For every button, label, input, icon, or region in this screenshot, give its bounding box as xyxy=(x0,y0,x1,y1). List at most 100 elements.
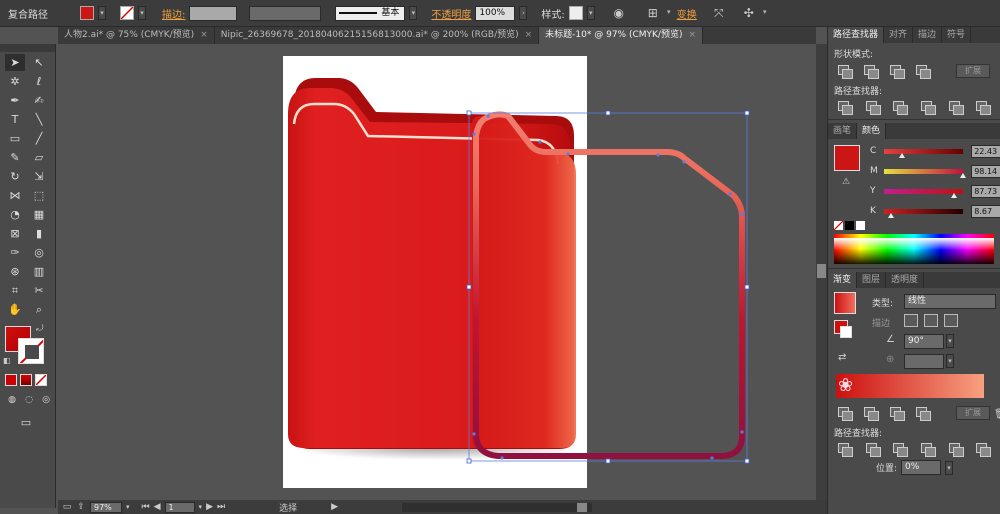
opacity-label[interactable]: 不透明度 xyxy=(431,6,471,21)
curvature-tool-icon[interactable]: ✍ xyxy=(29,92,49,109)
mesh-tool-icon[interactable]: ⊠ xyxy=(5,225,25,242)
recolor-icon[interactable]: ◉ xyxy=(611,5,627,21)
width-tool-icon[interactable]: ⋈ xyxy=(5,187,25,204)
paintbrush-tool-icon[interactable]: ╱ xyxy=(29,130,49,147)
align-grid-icon[interactable]: ⊞ xyxy=(645,5,661,21)
isolate-icon[interactable]: ✣ xyxy=(741,5,757,21)
scroll-thumb[interactable] xyxy=(817,264,826,278)
stroke-dropdown[interactable]: ▾ xyxy=(138,6,146,20)
unite-icon[interactable] xyxy=(838,406,853,421)
unite-icon[interactable] xyxy=(838,64,853,79)
tab-layers[interactable]: 图层 xyxy=(857,272,887,288)
zoom-dropdown[interactable]: ▾ xyxy=(126,503,130,511)
minus-back-icon[interactable] xyxy=(976,101,992,115)
minus-back-icon[interactable] xyxy=(976,443,992,457)
gradient-mode-icon[interactable] xyxy=(20,374,32,386)
symbol-sprayer-tool-icon[interactable]: ⊛ xyxy=(5,263,25,280)
black-value[interactable]: 8.67 xyxy=(971,204,1000,218)
eraser-tool-icon[interactable]: ▱ xyxy=(29,149,49,166)
tab-transparency[interactable]: 透明度 xyxy=(886,272,925,288)
direct-selection-tool-icon[interactable]: ↖ xyxy=(29,54,49,71)
fill-dropdown[interactable]: ▾ xyxy=(98,6,106,20)
cyan-value[interactable]: 22.43 xyxy=(971,144,1000,158)
stroke-across-icon[interactable] xyxy=(944,314,958,327)
tab-align[interactable]: 对齐 xyxy=(884,27,914,43)
next-page-icon[interactable]: ▶ xyxy=(206,502,213,512)
last-page-icon[interactable]: ⏭ xyxy=(217,502,225,512)
slider-knob[interactable] xyxy=(887,212,894,218)
minus-front-icon[interactable] xyxy=(864,64,879,79)
color-mode-icon[interactable] xyxy=(5,374,17,386)
stroke-swatch[interactable] xyxy=(120,6,134,20)
expand-button[interactable]: 扩展 xyxy=(956,406,990,420)
gradient-type-select[interactable]: 线性 xyxy=(904,294,996,309)
default-colors-icon[interactable]: ◧ xyxy=(3,356,11,365)
variable-width-field[interactable] xyxy=(249,5,322,21)
scroll-thumb[interactable] xyxy=(577,502,588,512)
stroke-color-box[interactable] xyxy=(18,338,44,364)
black-swatch[interactable] xyxy=(845,221,854,230)
horizontal-scrollbar[interactable] xyxy=(402,502,593,512)
aspect-ratio-field[interactable] xyxy=(904,354,944,369)
screen-mode-icon[interactable]: ▭ xyxy=(16,414,36,431)
transform-label[interactable]: 变换 xyxy=(677,6,697,21)
style-dropdown[interactable]: ▾ xyxy=(586,6,595,20)
magenta-slider[interactable] xyxy=(883,168,966,178)
intersect-icon[interactable] xyxy=(890,406,905,421)
tab-document-1[interactable]: 人物2.ai* @ 75% (CMYK/预览) × xyxy=(58,27,215,44)
tab-document-3[interactable]: 未标题-10* @ 97% (CMYK/预览) × xyxy=(539,27,704,44)
scale-tool-icon[interactable]: ⇲ xyxy=(29,168,49,185)
crop-icon[interactable] xyxy=(921,443,936,457)
vertical-scrollbar[interactable] xyxy=(816,44,827,500)
draw-inside-icon[interactable]: ◎ xyxy=(39,394,53,406)
fill-swatch[interactable] xyxy=(80,6,94,20)
draw-normal-icon[interactable]: ◍ xyxy=(5,394,19,406)
draw-behind-icon[interactable]: ◌ xyxy=(22,394,36,406)
none-mode-icon[interactable] xyxy=(35,374,47,386)
exclude-icon[interactable] xyxy=(916,64,931,79)
expand-button[interactable]: 扩展 xyxy=(956,64,990,78)
exclude-icon[interactable] xyxy=(916,406,931,421)
cyan-slider[interactable] xyxy=(883,148,964,158)
eyedropper-tool-icon[interactable]: ✑ xyxy=(5,244,25,261)
perspective-grid-tool-icon[interactable]: ▦ xyxy=(29,206,49,223)
tab-color[interactable]: 颜色 xyxy=(857,123,887,139)
rotate-tool-icon[interactable]: ↻ xyxy=(5,168,25,185)
style-swatch[interactable] xyxy=(568,6,583,20)
yellow-value[interactable]: 87.73 xyxy=(971,184,1000,198)
first-page-icon[interactable]: ⏮ xyxy=(142,502,150,512)
selection-tool-icon[interactable]: ➤ xyxy=(5,54,25,71)
tab-brushes[interactable]: 画笔 xyxy=(828,123,858,139)
magic-wand-tool-icon[interactable]: ✲ xyxy=(5,73,25,90)
panel-grip[interactable] xyxy=(0,44,55,52)
blend-tool-icon[interactable]: ◎ xyxy=(29,244,49,261)
close-icon[interactable]: × xyxy=(525,30,533,40)
stroke-style-field[interactable]: 基本 xyxy=(335,5,406,21)
opacity-dropdown[interactable]: › xyxy=(519,6,528,20)
tab-symbols[interactable]: 符号 xyxy=(942,27,972,43)
canvas-area[interactable] xyxy=(58,44,816,500)
aspect-ratio-dropdown[interactable]: ▾ xyxy=(946,354,954,368)
angle-field[interactable]: 90° xyxy=(904,334,944,349)
yellow-slider[interactable] xyxy=(883,188,964,198)
swap-icon[interactable]: ⤾ xyxy=(36,324,44,334)
lasso-tool-icon[interactable]: ℓ xyxy=(29,73,49,90)
close-icon[interactable]: × xyxy=(688,30,696,40)
zoom-field[interactable]: 97% xyxy=(90,501,122,513)
status-menu-icon[interactable]: ▶ xyxy=(331,502,338,512)
tab-pathfinder[interactable]: 路径查找器 xyxy=(828,27,885,43)
merge-icon[interactable] xyxy=(893,101,908,115)
line-tool-icon[interactable]: ╲ xyxy=(29,111,49,128)
divide-icon[interactable] xyxy=(838,101,853,115)
stroke-along-icon[interactable] xyxy=(924,314,938,327)
free-transform-tool-icon[interactable]: ⬚ xyxy=(29,187,49,204)
tab-stroke[interactable]: 描边 xyxy=(913,27,943,43)
slider-knob[interactable] xyxy=(959,172,966,178)
artboard-nav-icon[interactable]: ▭ xyxy=(62,502,72,513)
merge-icon[interactable] xyxy=(893,443,908,457)
black-slider[interactable] xyxy=(883,208,964,218)
position-dropdown[interactable]: ▾ xyxy=(945,460,954,475)
opacity-field[interactable]: 100% xyxy=(475,5,516,21)
page-field[interactable]: 1 xyxy=(164,501,195,513)
hand-tool-icon[interactable]: ✋ xyxy=(5,301,25,318)
